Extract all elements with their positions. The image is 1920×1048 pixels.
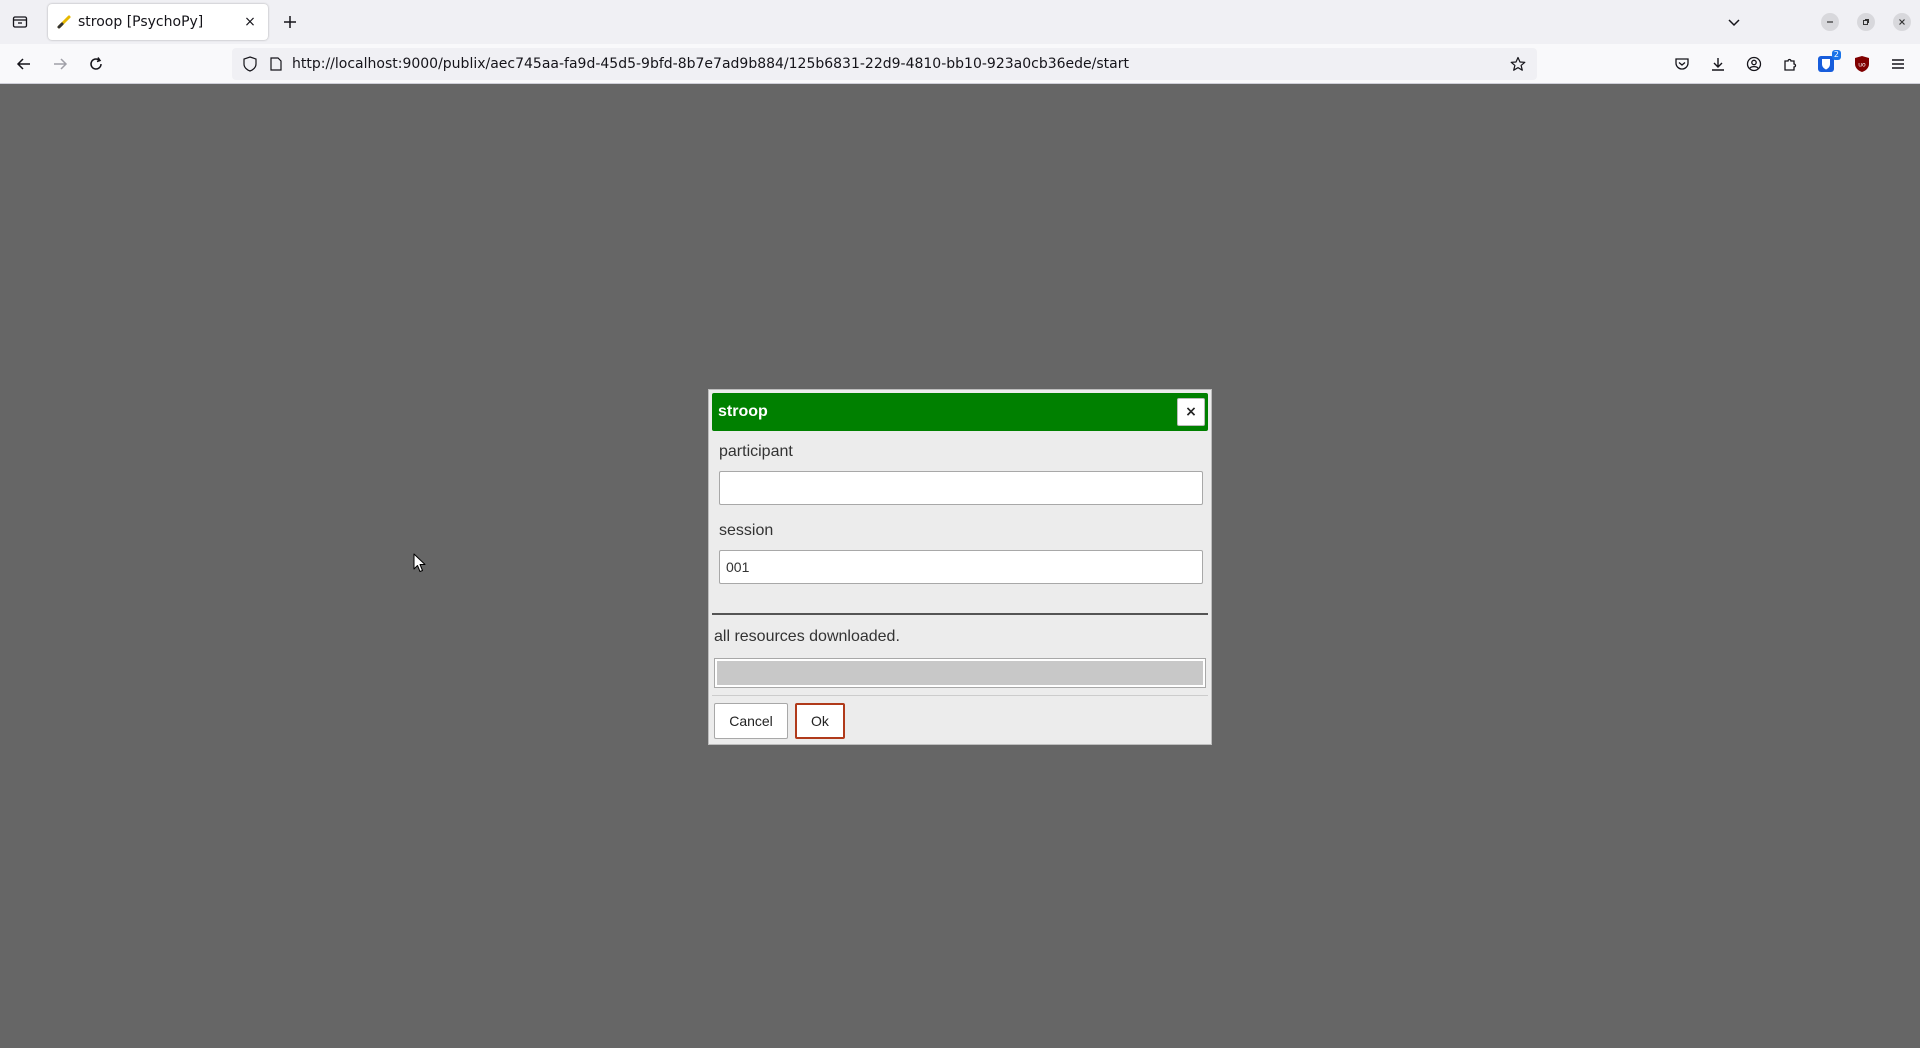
mouse-cursor-icon (413, 553, 426, 572)
account-icon (1746, 56, 1762, 72)
chevron-down-icon (1728, 19, 1740, 27)
app-menu-button[interactable] (1880, 48, 1916, 80)
navigation-toolbar: http://localhost:9000/publix/aec745aa-fa… (0, 44, 1920, 84)
dialog-title: stroop (718, 403, 768, 420)
reload-icon (90, 56, 102, 70)
toolbar-right: 2 uo (1664, 44, 1920, 84)
minimize-button[interactable] (1812, 0, 1848, 44)
pocket-button[interactable] (1664, 48, 1700, 80)
list-all-tabs-button[interactable] (1716, 0, 1752, 44)
bitwarden-extension-button[interactable]: 2 (1808, 48, 1844, 80)
forward-button[interactable] (42, 48, 78, 80)
ublock-extension-button[interactable]: uo (1844, 48, 1880, 80)
dialog-close-button[interactable]: × (1177, 398, 1205, 426)
dialog-titlebar[interactable]: stroop × (712, 393, 1208, 431)
download-status-text: all resources downloaded. (714, 628, 900, 645)
arrow-left-icon (16, 57, 30, 70)
shield-icon[interactable] (240, 54, 260, 74)
close-window-button[interactable] (1884, 0, 1920, 44)
extensions-button[interactable] (1772, 48, 1808, 80)
pocket-icon (1675, 58, 1689, 70)
restore-icon (1857, 13, 1875, 31)
download-progress-fill (717, 661, 1203, 685)
download-icon (1712, 58, 1724, 71)
cancel-button[interactable]: Cancel (714, 703, 788, 739)
bookmark-star-icon[interactable] (1507, 53, 1529, 75)
new-tab-button[interactable] (278, 10, 302, 34)
svg-text:uo: uo (1858, 62, 1866, 69)
download-progress-bar (714, 658, 1206, 688)
reload-button[interactable] (78, 48, 114, 80)
restore-button[interactable] (1848, 0, 1884, 44)
page-info-icon[interactable] (266, 54, 286, 74)
ublock-shield-icon: uo (1855, 56, 1869, 72)
tab-strip: stroop [PsychoPy] × (0, 0, 1920, 44)
plus-icon (284, 16, 296, 28)
tab-title: stroop [PsychoPy] (78, 14, 204, 30)
experiment-info-dialog: stroop × participant session all resourc… (708, 389, 1212, 745)
window-controls (1716, 0, 1920, 44)
section-divider (712, 613, 1208, 615)
tab-close-icon[interactable]: × (240, 12, 260, 32)
close-window-icon (1893, 13, 1911, 31)
firefox-view-button[interactable] (0, 0, 40, 44)
back-button[interactable] (6, 48, 42, 80)
psychopy-favicon-icon (57, 15, 71, 29)
url-bar[interactable]: http://localhost:9000/publix/aec745aa-fa… (232, 48, 1537, 80)
hamburger-menu-icon (1892, 59, 1904, 69)
participant-input[interactable] (719, 471, 1203, 505)
participant-label: participant (719, 443, 793, 460)
url-text[interactable]: http://localhost:9000/publix/aec745aa-fa… (292, 56, 1507, 72)
minimize-icon (1821, 13, 1839, 31)
extension-badge: 2 (1831, 50, 1841, 60)
account-button[interactable] (1736, 48, 1772, 80)
button-divider (712, 695, 1208, 696)
ok-button[interactable]: Ok (795, 703, 845, 739)
firefox-view-icon (12, 16, 28, 28)
active-tab[interactable]: stroop [PsychoPy] × (48, 4, 268, 40)
session-input[interactable] (719, 550, 1203, 584)
downloads-button[interactable] (1700, 48, 1736, 80)
session-label: session (719, 522, 774, 539)
arrow-right-icon (54, 57, 68, 70)
puzzle-icon (1784, 58, 1797, 71)
